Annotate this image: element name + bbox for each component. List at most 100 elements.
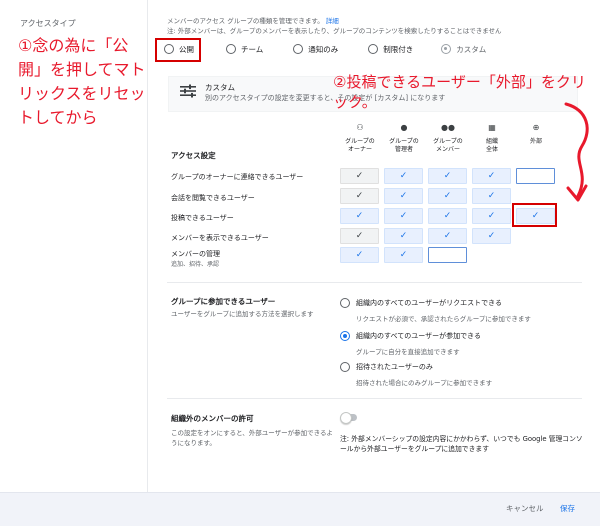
cell-post-owner[interactable]: ✓ [340,208,379,224]
join-option-anyone-radio[interactable] [340,331,350,341]
column-manager: ● グループの 管理者 [384,124,424,154]
cell-manage-members-owner[interactable]: ✓ [340,247,379,263]
tune-icon [180,84,196,98]
join-option-anyone[interactable]: 組織内のすべてのユーザーが参加できる グループに自分を直接追加できます [340,331,481,356]
section-divider-2 [167,398,582,399]
column-member-label2: メンバー [435,146,460,153]
section-title-access-type: アクセスタイプ [20,19,76,28]
person-icon: ● [400,123,408,132]
column-manager-label2: 管理者 [394,146,413,153]
join-option-invited[interactable]: 招待されたユーザーのみ 招待された場合にのみグループに参加できます [340,362,492,387]
radio-restricted-label: 制限付き [383,44,414,54]
domain-icon: ▦ [488,123,496,132]
column-member-label1: グループの [433,138,463,145]
cancel-button[interactable]: キャンセル [506,503,544,514]
join-option-invited-title: 招待されたユーザーのみ [356,363,433,371]
column-external: ⊕ 外部 [516,124,556,146]
cell-view-conversations-organization[interactable]: ✓ [472,188,511,204]
check-icon: ✓ [399,231,408,241]
cell-view-members-manager[interactable]: ✓ [384,228,423,244]
join-option-request-title: 組織内のすべてのユーザーがリクエストできる [356,299,502,307]
radio-announcement-label: 通知のみ [308,44,339,54]
cell-contact-owner-manager[interactable]: ✓ [384,168,423,184]
radio-announcement-only[interactable]: 通知のみ [293,44,338,55]
cell-view-members-member[interactable]: ✓ [428,228,467,244]
column-owner: ⚇ グループの オーナー [340,124,380,154]
cell-post-organization[interactable]: ✓ [472,208,511,224]
join-option-request-radio[interactable] [340,298,350,308]
cell-contact-owner-organization[interactable]: ✓ [472,168,511,184]
external-note: 注: 外部メンバーは、グループのメンバーを表示したり、グループのコンテンツを検索… [167,27,502,35]
check-icon: ✓ [399,250,408,260]
column-owner-label1: グループの [345,138,375,145]
annotation-step1: ①念の為に「公開」を押してマトリックスをリセットしてから [18,36,146,127]
column-org-label2: 全体 [485,146,498,153]
radio-public[interactable]: 公開 [164,44,194,55]
learn-more-link[interactable]: 詳細 [326,17,339,25]
check-icon: ✓ [355,231,364,241]
check-icon: ✓ [355,211,364,221]
check-icon: ✓ [355,171,364,181]
external-section-title: 組織外のメンバーの許可 [171,414,254,423]
cell-contact-owner-member[interactable]: ✓ [428,168,467,184]
highlight-box-post-external [512,203,557,227]
radio-team-circle[interactable] [226,44,236,54]
check-icon: ✓ [487,191,496,201]
row-sublabel-manage-members: 追加、招待、承認 [171,261,220,268]
external-section-description: この設定をオンにすると、外部ユーザーが参加できるようになります。 [171,429,334,447]
radio-public-circle[interactable] [164,44,174,54]
radio-restricted[interactable]: 制限付き [368,44,413,55]
radio-public-label: 公開 [179,44,194,54]
check-icon: ✓ [399,171,408,181]
external-members-toggle[interactable] [340,412,357,424]
column-owner-label2: オーナー [347,146,372,153]
access-settings-label: アクセス設定 [171,151,216,160]
radio-custom: カスタム [441,44,486,55]
check-icon: ✓ [443,231,452,241]
custom-title: カスタム [205,83,235,92]
cell-view-members-organization[interactable]: ✓ [472,228,511,244]
cell-post-manager[interactable]: ✓ [384,208,423,224]
column-external-label1: 外部 [529,138,542,145]
cell-manage-members-manager[interactable]: ✓ [384,247,423,263]
radio-announcement-circle[interactable] [293,44,304,54]
person-outline-icon: ⚇ [356,123,364,132]
row-label-view-members: メンバーを表示できるユーザー [171,234,269,242]
column-organization: ▦ 組織 全体 [472,124,512,154]
cell-contact-owner-owner[interactable]: ✓ [340,168,379,184]
column-org-label1: 組織 [485,138,498,145]
check-icon: ✓ [487,211,496,221]
cell-contact-owner-external[interactable] [516,168,555,184]
row-label-manage-members: メンバーの管理 [171,250,220,258]
cell-view-conversations-member[interactable]: ✓ [428,188,467,204]
cell-view-members-owner[interactable]: ✓ [340,228,379,244]
cell-view-conversations-manager[interactable]: ✓ [384,188,423,204]
access-type-radio-group: 公開 チーム 通知のみ 制限付き カスタム [160,42,508,56]
join-option-invited-radio[interactable] [340,362,350,372]
row-label-contact-owner: グループのオーナーに連絡できるユーザー [171,173,304,181]
row-label-post: 投稿できるユーザー [171,214,234,222]
cell-manage-members-member[interactable] [428,247,467,263]
globe-icon: ⊕ [532,123,540,132]
join-section-description: ユーザーをグループに追加する方法を選択します [171,310,314,318]
join-section-title: グループに参加できるユーザー [171,297,276,306]
check-icon: ✓ [487,171,496,181]
access-type-description: メンバーのアクセス グループの種類を管理できます。 詳細 注: 外部メンバーは、… [167,16,587,36]
cell-view-conversations-owner[interactable]: ✓ [340,188,379,204]
save-button[interactable]: 保存 [560,503,575,514]
join-option-invited-sub: 招待された場合にのみグループに参加できます [356,379,493,387]
radio-custom-label: カスタム [456,44,487,54]
join-option-request-sub: リクエストが必須で、承認されたらグループに参加できます [356,315,531,323]
join-option-request[interactable]: 組織内のすべてのユーザーがリクエストできる リクエストが必須で、承認されたらグル… [340,298,531,323]
radio-restricted-circle[interactable] [368,44,379,54]
annotation-arrow-icon [564,102,589,202]
radio-team-label: チーム [241,44,264,54]
radio-team[interactable]: チーム [226,44,263,55]
group-icon: ●● [441,123,455,132]
cell-post-member[interactable]: ✓ [428,208,467,224]
check-icon: ✓ [355,250,364,260]
check-icon: ✓ [355,191,364,201]
external-note: 注: 外部メンバーシップの設定内容にかかわらず、いつでも Google 管理コン… [340,435,583,453]
section-divider [167,282,582,283]
check-icon: ✓ [443,171,452,181]
